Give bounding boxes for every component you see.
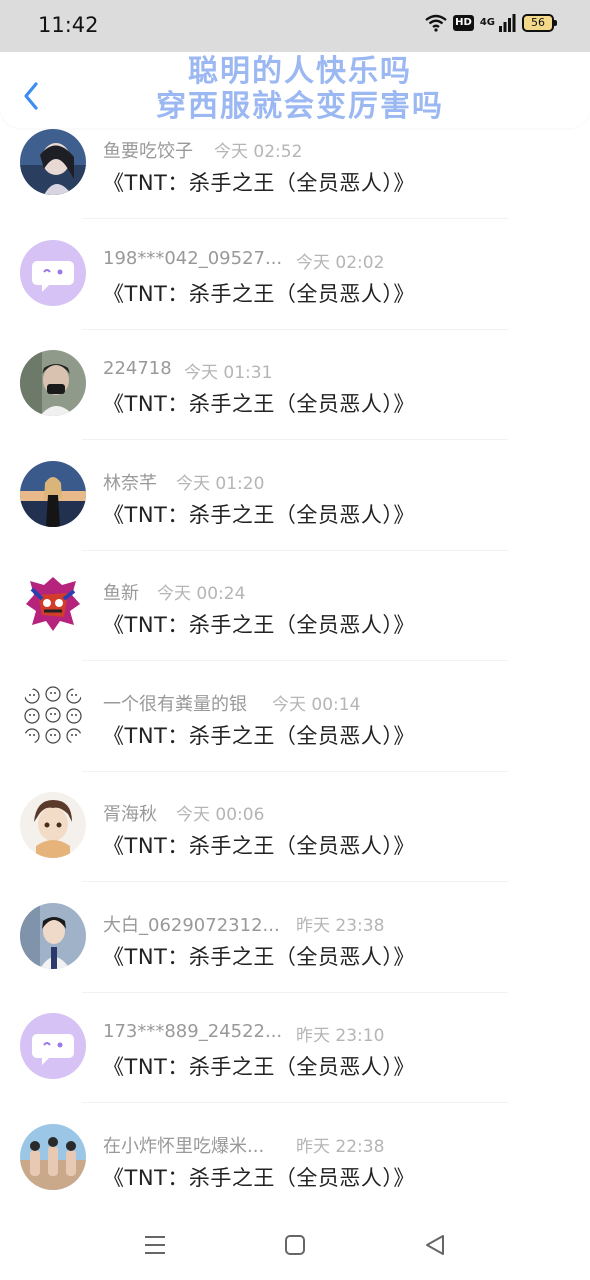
row-timestamp: 今天 01:31 [184,363,273,383]
photo-avatar[interactable] [20,350,86,416]
nav-back-button[interactable] [420,1230,450,1260]
photo-avatar[interactable] [20,129,86,195]
list-item[interactable]: 鱼新 今天 00:24 《TNT：杀手之王（全员恶人）》 [0,560,590,671]
divider [82,218,508,219]
row-username: 一个很有粪量的银 [103,693,247,715]
divider [82,549,508,551]
back-triangle-icon [426,1235,444,1255]
row-timestamp: 昨天 23:38 [296,915,385,936]
hd-icon: HD [453,15,474,31]
divider [82,881,508,882]
list-item[interactable]: 鱼要吃饺子 今天 02:52 《TNT：杀手之王（全员恶人）》 [0,118,590,229]
chevron-left-icon [24,82,38,110]
row-username: 鱼新 [103,583,139,604]
row-username: 鱼要吃饺子 [103,141,193,162]
photo-avatar[interactable] [20,902,86,969]
sticker-avatar[interactable] [20,571,86,637]
row-message: 《TNT：杀手之王（全员恶人）》 [103,834,415,858]
header: 聪明的人快乐吗 穿西服就会变厉害吗 [0,52,590,128]
list-item[interactable]: 大白_0629072312... 昨天 23:38 《TNT：杀手之王（全员恶人… [0,892,590,1003]
network-type: 4G [479,17,495,28]
row-timestamp: 今天 00:06 [176,805,265,825]
doodle-avatar[interactable] [20,681,86,748]
list-item[interactable]: 198***042_09527... 今天 02:02 《TNT：杀手之王（全员… [0,229,590,340]
row-username: 198***042_09527... [103,247,283,269]
divider [82,770,508,772]
default-chat-avatar[interactable] [20,1013,86,1079]
title-line-1: 聪明的人快乐吗 [188,54,412,89]
row-message: 《TNT：杀手之王（全员恶人）》 [103,392,415,416]
wifi-icon [425,14,447,32]
row-username: 224718 [103,358,172,379]
back-button[interactable] [16,76,48,116]
divider [82,991,508,993]
list-item[interactable]: 林奈芊 今天 01:20 《TNT：杀手之王（全员恶人）》 [0,450,590,561]
status-time: 11:42 [38,13,99,37]
anime-avatar[interactable] [20,792,86,858]
page-title: 聪明的人快乐吗 穿西服就会变厉害吗 [100,54,500,124]
status-bar: 11:42 HD 4G 56 [0,0,590,52]
row-message: 《TNT：杀手之王（全员恶人）》 [103,1165,415,1190]
list-item[interactable]: 胥海秋 今天 00:06 《TNT：杀手之王（全员恶人）》 [0,781,590,892]
status-icons: HD 4G 56 [425,14,557,32]
row-message: 《TNT：杀手之王（全员恶人）》 [103,723,415,748]
message-list: 鱼要吃饺子 今天 02:52 《TNT：杀手之王（全员恶人）》 198***04… [0,118,590,1223]
menu-icon [145,1236,165,1254]
row-username: 胥海秋 [103,804,157,825]
menu-button[interactable] [140,1230,170,1260]
row-timestamp: 昨天 22:38 [296,1136,385,1157]
divider [82,439,508,440]
row-username: 林奈芊 [103,472,157,494]
row-username: 大白_0629072312... [103,914,280,936]
row-timestamp: 昨天 23:10 [296,1026,385,1046]
row-timestamp: 今天 01:20 [176,473,265,494]
signal-icon [499,14,516,32]
list-item[interactable]: 在小炸怀里吃爆米... 昨天 22:38 《TNT：杀手之王（全员恶人）》 [0,1113,590,1224]
photo-avatar[interactable] [20,460,86,527]
divider [82,328,508,330]
list-item[interactable]: 一个很有粪量的银 今天 00:14 《TNT：杀手之王（全员恶人）》 [0,671,590,782]
row-message: 《TNT：杀手之王（全员恶人）》 [103,1055,415,1079]
list-item[interactable]: 224718 今天 01:31 《TNT：杀手之王（全员恶人）》 [0,339,590,450]
row-timestamp: 今天 02:52 [214,142,303,162]
home-button[interactable] [280,1230,310,1260]
divider [82,660,508,661]
divider [82,1102,508,1103]
row-message: 《TNT：杀手之王（全员恶人）》 [103,281,415,306]
row-timestamp: 今天 00:24 [157,584,246,604]
default-chat-avatar[interactable] [20,239,86,306]
home-square-icon [285,1235,305,1255]
system-nav-bar [0,1208,590,1280]
row-username: 在小炸怀里吃爆米... [103,1135,265,1157]
row-message: 《TNT：杀手之王（全员恶人）》 [103,502,415,527]
row-message: 《TNT：杀手之王（全员恶人）》 [103,944,415,969]
row-message: 《TNT：杀手之王（全员恶人）》 [103,613,415,637]
photo-avatar[interactable] [20,1123,86,1190]
battery-icon: 56 [522,14,557,32]
row-timestamp: 今天 02:02 [296,252,385,273]
row-timestamp: 今天 00:14 [272,694,361,715]
row-username: 173***889_24522... [103,1021,283,1042]
list-item[interactable]: 173***889_24522... 昨天 23:10 《TNT：杀手之王（全员… [0,1002,590,1113]
row-message: 《TNT：杀手之王（全员恶人）》 [103,171,415,195]
